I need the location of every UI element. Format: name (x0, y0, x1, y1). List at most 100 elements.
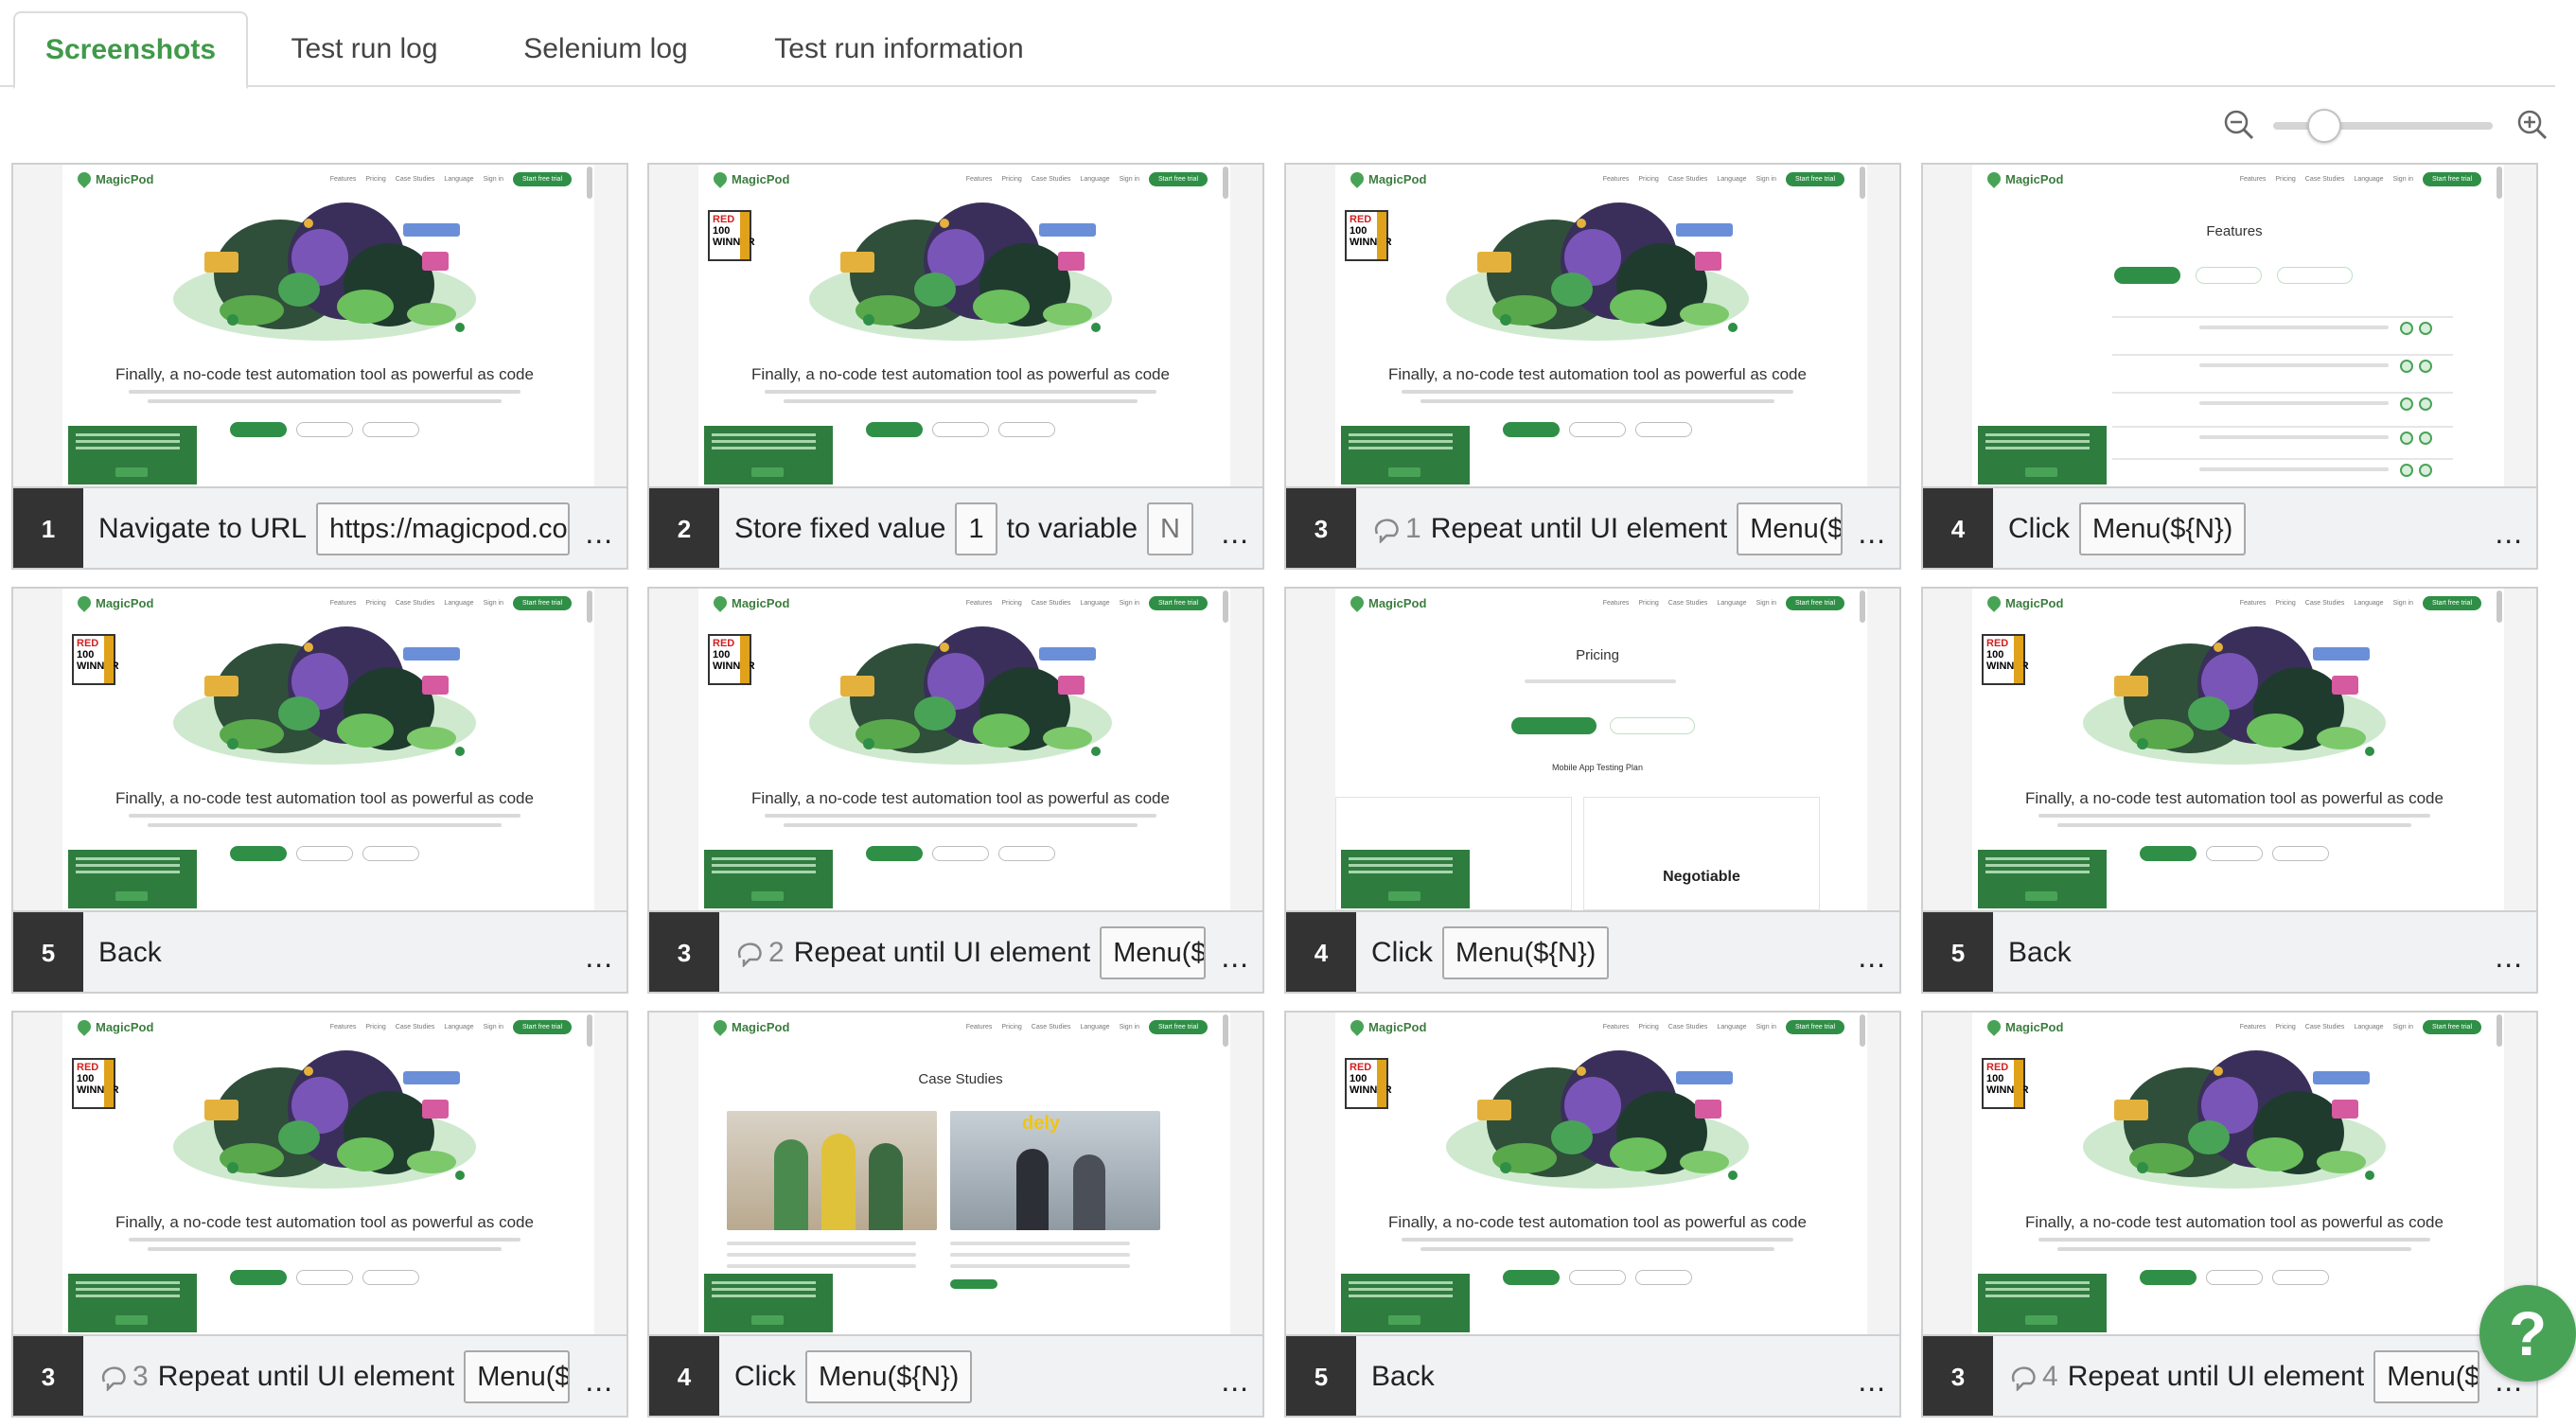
screenshot-margin (1286, 589, 1335, 910)
screenshot-margin (594, 589, 626, 910)
screenshot-card[interactable]: MagicPod Features Pricing Case Studies Langu… (1921, 163, 2538, 570)
screenshot-margin (1867, 165, 1899, 486)
hero-illustration (2083, 1050, 2386, 1189)
step-description: 3 Repeat until UI element Menu(${N}) (98, 1336, 570, 1416)
step-parameter: Menu(${N}) (1100, 926, 1206, 979)
screenshot-thumbnail[interactable]: MagicPod Features Pricing Case Studies Langu… (649, 589, 1262, 910)
tab-test-run-information[interactable]: Test run information (767, 11, 1032, 87)
screenshot-thumbnail[interactable]: MagicPod Features Pricing Case Studies Langu… (1923, 165, 2536, 486)
site-nav-links: Features Pricing Case Studies Language Sign … (966, 595, 1208, 610)
tab-selenium-log[interactable]: Selenium log (511, 11, 700, 87)
more-options-button[interactable]: ... (1221, 1364, 1249, 1399)
site-trial-button: Start free trial (512, 171, 572, 186)
screenshot-thumbnail[interactable]: MagicPod Features Pricing Case Studies Langu… (649, 165, 1262, 486)
site-nav-link: Language (1717, 175, 1747, 183)
more-options-button[interactable]: ... (2495, 940, 2523, 975)
screenshot-thumbnail[interactable]: MagicPod Features Pricing Case Studies Langu… (1286, 165, 1899, 486)
feature-text (2199, 467, 2389, 471)
feature-icon (2400, 432, 2413, 445)
zoom-slider-handle[interactable] (2307, 109, 2341, 143)
site-nav-links: Features Pricing Case Studies Language Sign … (2240, 1019, 2481, 1034)
screenshot-page: MagicPod Features Pricing Case Studies Langu… (62, 1013, 587, 1334)
site-nav-link: Sign in (1756, 1023, 1776, 1031)
screenshot-margin (1230, 589, 1262, 910)
screenshot-thumbnail[interactable]: MagicPod Features Pricing Case Studies Langu… (1286, 1013, 1899, 1334)
site-nav-links: Features Pricing Case Studies Language Sign … (330, 595, 572, 610)
screenshot-card[interactable]: MagicPod Features Pricing Case Studies Langu… (1921, 587, 2538, 994)
magicpod-logo-icon (1348, 169, 1367, 188)
zoom-out-icon[interactable] (2220, 106, 2258, 144)
screenshot-margin (1923, 589, 1972, 910)
case-study-image: dely (950, 1111, 1160, 1230)
screenshot-thumbnail[interactable]: MagicPod Features Pricing Case Studies Langu… (13, 589, 626, 910)
loop-count: 1 (1405, 513, 1421, 544)
screenshot-page: MagicPod Features Pricing Case Studies Langu… (62, 589, 587, 910)
screenshot-thumbnail[interactable]: MagicPod Features Pricing Case Studies Langu… (1286, 589, 1899, 910)
screenshot-card[interactable]: MagicPod Features Pricing Case Studies Langu… (11, 163, 628, 570)
hero-demo (296, 846, 353, 861)
screenshot-margin (2504, 165, 2536, 486)
screenshot-thumbnail[interactable]: MagicPod Features Pricing Case Studies Langu… (1923, 1013, 2536, 1334)
cookie-banner (1341, 426, 1470, 484)
site-trial-button: Start free trial (1148, 595, 1208, 610)
step-number: 3 (1286, 488, 1356, 568)
hero-illustration (173, 626, 476, 765)
more-options-button[interactable]: ... (1858, 940, 1886, 975)
screenshot-scrollbar (2497, 167, 2502, 199)
more-options-button[interactable]: ... (585, 516, 613, 551)
more-options-button[interactable]: ... (1221, 940, 1249, 975)
site-logo-text: MagicPod (96, 1019, 154, 1034)
more-options-button[interactable]: ... (1858, 516, 1886, 551)
feature-row (2112, 458, 2453, 460)
site-nav-link: Language (2354, 1023, 2384, 1031)
feature-icon (2419, 360, 2432, 373)
help-button[interactable]: ? (2479, 1285, 2576, 1382)
step-parameter: 1 (955, 502, 997, 555)
zoom-slider[interactable] (2273, 122, 2493, 130)
site-nav-link: Case Studies (395, 1023, 435, 1031)
screenshot-card[interactable]: MagicPod Features Pricing Case Studies Langu… (11, 1011, 628, 1418)
step-description: Navigate to URL https://magicpod.com (98, 488, 570, 568)
feature-icon (2400, 360, 2413, 373)
hero-video (1635, 422, 1692, 437)
pricing-card (1583, 797, 1820, 910)
screenshot-card[interactable]: MagicPod Features Pricing Case Studies Langu… (1284, 1011, 1901, 1418)
more-options-button[interactable]: ... (1221, 516, 1249, 551)
step-number: 3 (13, 1336, 83, 1416)
screenshot-card[interactable]: MagicPod Features Pricing Case Studies Langu… (1284, 587, 1901, 994)
more-options-button[interactable]: ... (2495, 516, 2523, 551)
screenshot-margin (2504, 589, 2536, 910)
site-nav-link: Case Studies (395, 599, 435, 607)
hero-video (362, 846, 419, 861)
screenshot-card[interactable]: MagicPod Features Pricing Case Studies Langu… (1284, 163, 1901, 570)
screenshot-card[interactable]: MagicPod Features Pricing Case Studies Langu… (647, 163, 1264, 570)
badge-stripe (2014, 636, 2023, 683)
site-logo-text: MagicPod (1368, 1019, 1427, 1034)
screenshot-card[interactable]: MagicPod Features Pricing Case Studies Langu… (647, 587, 1264, 994)
magicpod-logo-icon (711, 1017, 730, 1036)
features-tab (2114, 267, 2180, 284)
tab-screenshots[interactable]: Screenshots (13, 11, 248, 89)
screenshot-thumbnail[interactable]: MagicPod Features Pricing Case Studies Langu… (1923, 589, 2536, 910)
site-nav-link: Sign in (1119, 1023, 1139, 1031)
feature-icon (2400, 322, 2413, 335)
site-logo: MagicPod (1348, 1017, 1427, 1036)
screenshot-card[interactable]: MagicPod Features Pricing Case Studies Langu… (1921, 1011, 2538, 1418)
step-command: Back (98, 937, 162, 968)
more-options-button[interactable]: ... (585, 1364, 613, 1399)
screenshot-margin (594, 165, 626, 486)
more-options-button[interactable]: ... (585, 940, 613, 975)
step-description: Click Menu(${N}) (2008, 488, 2479, 568)
screenshot-thumbnail[interactable]: MagicPod Features Pricing Case Studies Langu… (13, 165, 626, 486)
zoom-in-icon[interactable] (2514, 106, 2551, 144)
hero-demo (296, 1270, 353, 1285)
screenshot-card[interactable]: MagicPod Features Pricing Case Studies Langu… (647, 1011, 1264, 1418)
screenshot-card[interactable]: MagicPod Features Pricing Case Studies Langu… (11, 587, 628, 994)
magicpod-logo-icon (1985, 593, 2003, 612)
more-options-button[interactable]: ... (1858, 1364, 1886, 1399)
hero-subtext (1402, 1238, 1793, 1242)
screenshot-thumbnail[interactable]: MagicPod Features Pricing Case Studies Langu… (13, 1013, 626, 1334)
step-number: 5 (13, 912, 83, 992)
screenshot-thumbnail[interactable]: MagicPod Features Pricing Case Studies Langu… (649, 1013, 1262, 1334)
tab-test-run-log[interactable]: Test run log (274, 11, 454, 87)
